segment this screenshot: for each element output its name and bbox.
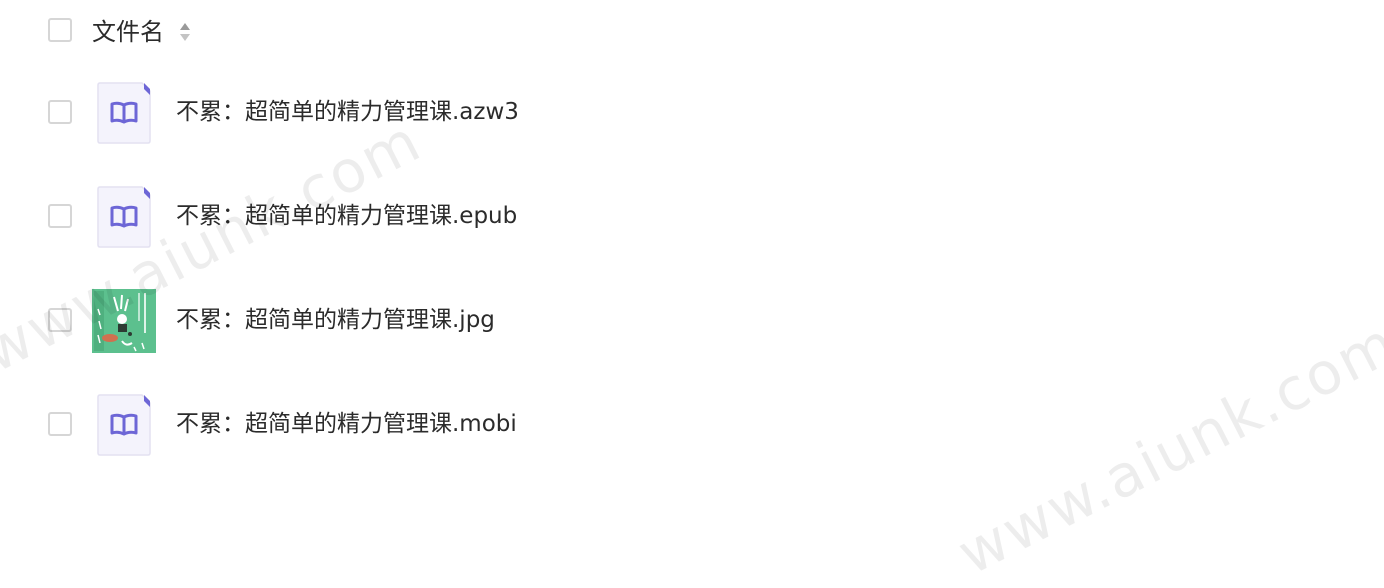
sort-icon[interactable] [178, 20, 192, 44]
file-row[interactable]: 不累：超简单的精力管理课.mobi [0, 372, 1384, 476]
book-icon [97, 82, 151, 144]
file-row[interactable]: 不累：超简单的精力管理课.jpg [0, 268, 1384, 372]
file-name[interactable]: 不累：超简单的精力管理课.azw3 [176, 94, 519, 130]
file-name[interactable]: 不累：超简单的精力管理课.mobi [176, 406, 517, 442]
select-all-checkbox[interactable] [48, 18, 72, 42]
file-row[interactable]: 不累：超简单的精力管理课.epub [0, 164, 1384, 268]
book-icon [97, 186, 151, 248]
row-checkbox[interactable] [48, 204, 72, 228]
row-checkbox[interactable] [48, 412, 72, 436]
file-name[interactable]: 不累：超简单的精力管理课.jpg [176, 302, 495, 338]
file-name[interactable]: 不累：超简单的精力管理课.epub [176, 198, 517, 234]
row-checkbox[interactable] [48, 100, 72, 124]
row-checkbox[interactable] [48, 308, 72, 332]
book-icon [97, 394, 151, 456]
file-list-panel: 文件名 不累：超简单的精力管理课.azw3 不累：超简单的精力管理课.epub [0, 0, 1384, 588]
image-thumbnail [92, 289, 156, 353]
file-row[interactable]: 不累：超简单的精力管理课.azw3 [0, 60, 1384, 164]
file-list-header: 文件名 [0, 0, 1384, 66]
filename-column-header[interactable]: 文件名 [92, 14, 164, 50]
